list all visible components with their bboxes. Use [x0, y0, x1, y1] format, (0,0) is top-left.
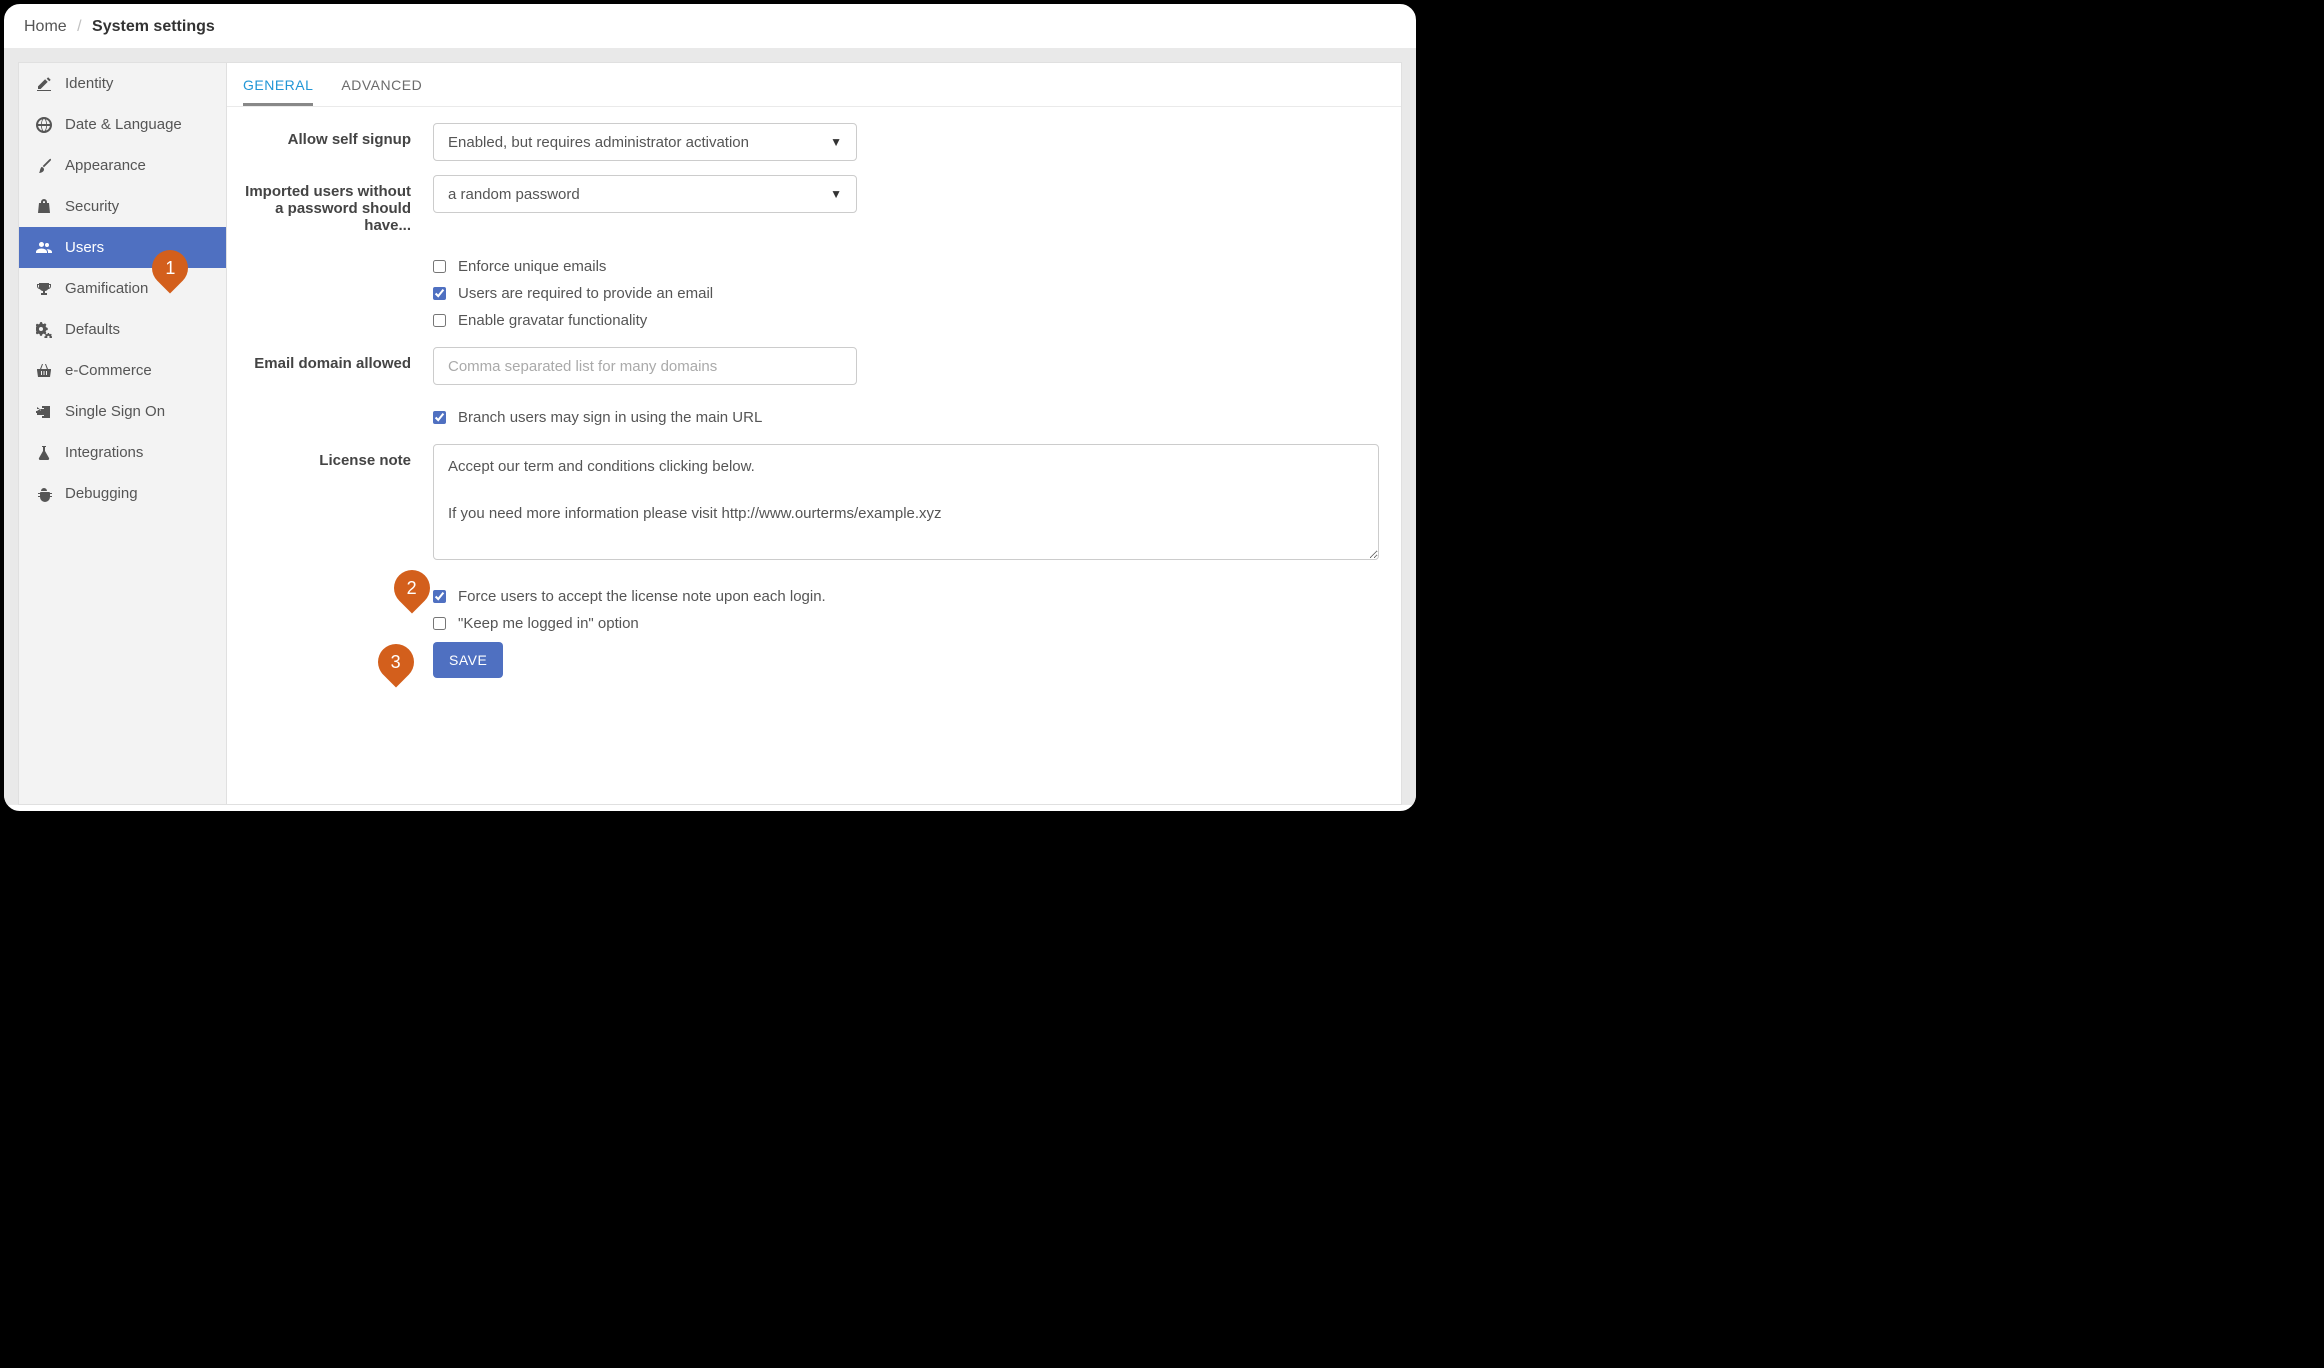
- select-imported-users[interactable]: a random password ▼: [433, 175, 857, 213]
- breadcrumb-home[interactable]: Home: [24, 18, 67, 35]
- label-license-note: License note: [243, 444, 433, 469]
- breadcrumb: Home / System settings: [4, 4, 1416, 48]
- pencil-square-icon: [33, 76, 55, 92]
- flask-icon: [33, 445, 55, 461]
- sidebar-item-gamification[interactable]: Gamification: [19, 268, 226, 309]
- label-allow-self-signup: Allow self signup: [243, 123, 433, 148]
- select-value: a random password: [448, 186, 580, 203]
- sidebar-item-label: Integrations: [65, 444, 143, 461]
- breadcrumb-current: System settings: [92, 18, 215, 35]
- sidebar-item-ecommerce[interactable]: e-Commerce: [19, 350, 226, 391]
- sidebar-item-label: Defaults: [65, 321, 120, 338]
- checkbox-enforce-unique-emails[interactable]: [433, 260, 446, 273]
- tabs: GENERAL ADVANCED: [227, 63, 1401, 107]
- save-button[interactable]: SAVE: [433, 642, 503, 678]
- sidebar-item-label: e-Commerce: [65, 362, 152, 379]
- label-force-accept-license: Force users to accept the license note u…: [458, 588, 826, 605]
- select-value: Enabled, but requires administrator acti…: [448, 134, 749, 151]
- sidebar: Identity Date & Language Appearance Secu…: [18, 62, 226, 805]
- breadcrumb-sep: /: [77, 18, 81, 35]
- label-branch-signin: Branch users may sign in using the main …: [458, 409, 762, 426]
- signin-icon: [33, 404, 55, 420]
- select-allow-self-signup[interactable]: Enabled, but requires administrator acti…: [433, 123, 857, 161]
- label-require-email: Users are required to provide an email: [458, 285, 713, 302]
- checkbox-enable-gravatar[interactable]: [433, 314, 446, 327]
- sidebar-item-appearance[interactable]: Appearance: [19, 145, 226, 186]
- body-area: Identity Date & Language Appearance Secu…: [4, 48, 1416, 805]
- sidebar-item-users[interactable]: Users: [19, 227, 226, 268]
- checkbox-require-email[interactable]: [433, 287, 446, 300]
- brush-icon: [33, 158, 55, 174]
- caret-down-icon: ▼: [830, 187, 842, 201]
- bag-icon: [33, 199, 55, 215]
- sidebar-item-label: Users: [65, 239, 104, 256]
- label-enforce-unique-emails: Enforce unique emails: [458, 258, 606, 275]
- basket-icon: [33, 363, 55, 379]
- sidebar-item-label: Appearance: [65, 157, 146, 174]
- sidebar-item-label: Date & Language: [65, 116, 182, 133]
- globe-icon: [33, 117, 55, 133]
- sidebar-item-sso[interactable]: Single Sign On: [19, 391, 226, 432]
- sidebar-item-debugging[interactable]: Debugging: [19, 473, 226, 514]
- settings-window: Home / System settings Identity Date & L…: [0, 0, 1420, 815]
- bug-icon: [33, 486, 55, 502]
- input-email-domain-allowed[interactable]: [433, 347, 857, 385]
- trophy-icon: [33, 281, 55, 297]
- textarea-license-note[interactable]: [433, 444, 1379, 560]
- sidebar-item-label: Debugging: [65, 485, 138, 502]
- sidebar-item-integrations[interactable]: Integrations: [19, 432, 226, 473]
- sidebar-item-security[interactable]: Security: [19, 186, 226, 227]
- form-area: Allow self signup Enabled, but requires …: [227, 107, 1401, 798]
- sidebar-item-label: Identity: [65, 75, 113, 92]
- checkbox-keep-logged-in[interactable]: [433, 617, 446, 630]
- sidebar-item-date-language[interactable]: Date & Language: [19, 104, 226, 145]
- tab-general[interactable]: GENERAL: [243, 77, 313, 106]
- caret-down-icon: ▼: [830, 135, 842, 149]
- label-enable-gravatar: Enable gravatar functionality: [458, 312, 647, 329]
- label-email-domain-allowed: Email domain allowed: [243, 347, 433, 372]
- main-panel: GENERAL ADVANCED Allow self signup Enabl…: [226, 62, 1402, 805]
- sidebar-item-label: Single Sign On: [65, 403, 165, 420]
- checkbox-force-accept-license[interactable]: [433, 590, 446, 603]
- checkbox-branch-signin[interactable]: [433, 411, 446, 424]
- label-keep-logged-in: "Keep me logged in" option: [458, 615, 639, 632]
- sidebar-item-defaults[interactable]: Defaults: [19, 309, 226, 350]
- users-icon: [33, 240, 55, 256]
- sidebar-item-label: Security: [65, 198, 119, 215]
- tab-advanced[interactable]: ADVANCED: [341, 77, 422, 106]
- gears-icon: [33, 322, 55, 338]
- sidebar-item-label: Gamification: [65, 280, 148, 297]
- label-imported-users: Imported users without a password should…: [243, 175, 433, 234]
- sidebar-item-identity[interactable]: Identity: [19, 63, 226, 104]
